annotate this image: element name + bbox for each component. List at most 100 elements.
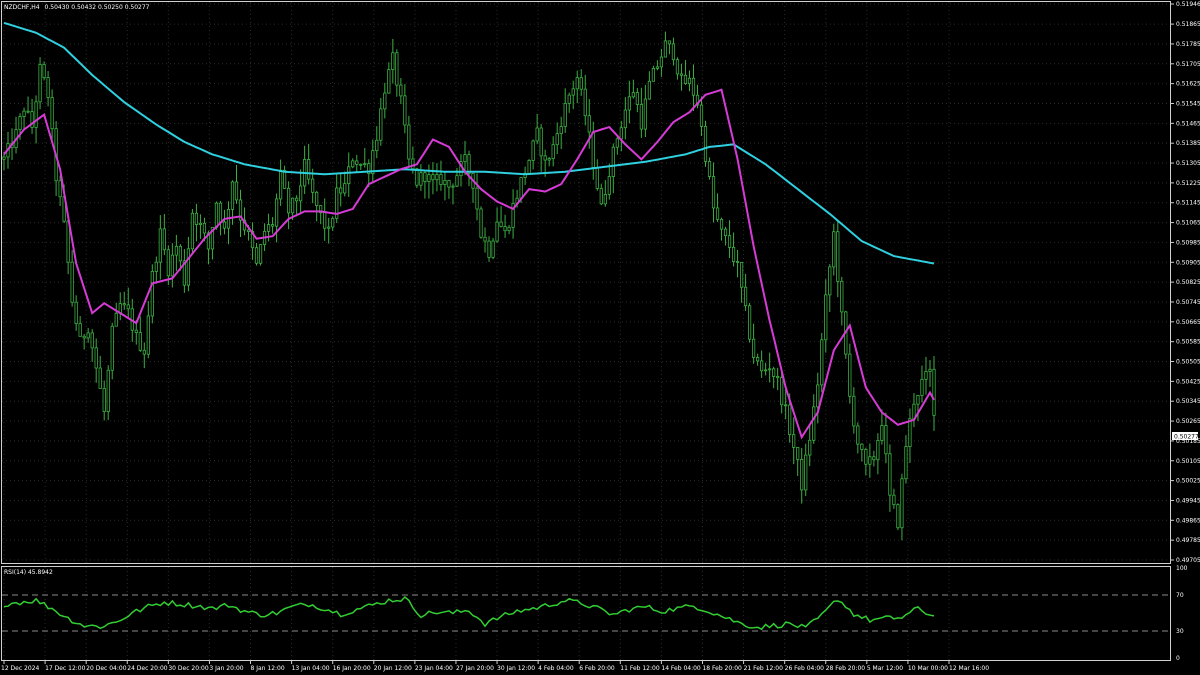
candle-body — [86, 332, 90, 339]
price-tick-label: 0.49945 — [1176, 497, 1200, 504]
candle-body — [138, 332, 142, 351]
time-tick-label: 12 Mar 16:00 — [949, 665, 989, 672]
candle-body — [703, 125, 708, 162]
candle-body — [904, 446, 908, 480]
candle-body — [479, 208, 483, 238]
candle-body — [651, 67, 655, 82]
price-tick-label: 0.51946 — [1176, 1, 1200, 8]
candle-body — [351, 160, 355, 168]
candle-body — [579, 77, 583, 90]
candle-body — [627, 96, 631, 111]
candle-body — [291, 197, 295, 214]
candle-body — [739, 262, 744, 288]
candle-body — [371, 150, 375, 174]
candle-body — [287, 187, 291, 214]
candle-body — [647, 80, 651, 100]
time-tick-label: 13 Jan 04:00 — [292, 665, 330, 672]
candle-body — [603, 194, 607, 205]
candle-body — [126, 304, 130, 310]
price-tick-label: 0.50425 — [1176, 378, 1200, 385]
candle-body — [788, 404, 792, 436]
candle-body — [924, 371, 928, 380]
candle-body — [711, 176, 716, 209]
candle-body — [254, 247, 259, 264]
candle-body — [331, 217, 335, 228]
candle-body — [82, 335, 86, 339]
candle-body — [547, 158, 551, 161]
price-tick-label: 0.50745 — [1176, 299, 1200, 306]
candle-body — [495, 221, 499, 242]
candle-body — [198, 222, 203, 225]
candle-body — [756, 357, 760, 362]
candle-body — [343, 183, 347, 194]
candle-body — [868, 456, 872, 465]
candle-body — [908, 418, 912, 448]
candle-body — [559, 126, 563, 135]
candle-body — [307, 159, 311, 180]
candle-body — [403, 95, 407, 126]
price-tick-label: 0.51625 — [1176, 81, 1200, 88]
candle-body — [723, 228, 728, 237]
candle-body — [323, 212, 327, 229]
candle-body — [110, 325, 114, 371]
candle-body — [768, 368, 772, 371]
candle-body — [679, 73, 684, 76]
time-tick-label: 17 Dec 12:00 — [45, 665, 86, 672]
candle-body — [784, 404, 788, 407]
candle-body — [194, 212, 199, 225]
candle-body — [214, 202, 219, 228]
candle-body — [42, 64, 46, 79]
price-tick-label: 0.51865 — [1176, 21, 1200, 28]
candle-body — [836, 231, 840, 282]
candle-body — [832, 231, 836, 268]
candle-body — [435, 174, 439, 181]
rsi-tick-label: 30 — [1176, 628, 1184, 635]
candle-body — [391, 52, 395, 71]
candle-body — [587, 115, 591, 133]
candle-body — [691, 77, 696, 96]
candle-body — [154, 261, 158, 272]
candle-body — [295, 197, 299, 202]
candle-body — [804, 454, 808, 491]
price-tick-label: 0.50585 — [1176, 339, 1200, 346]
candle-body — [735, 261, 740, 263]
candle-body — [327, 226, 331, 229]
time-tick-label: 24 Dec 20:00 — [127, 665, 168, 672]
time-tick-label: 4 Feb 04:00 — [538, 665, 574, 672]
candle-body — [583, 88, 587, 117]
candle-body — [623, 109, 627, 129]
candle-body — [270, 224, 275, 227]
price-tick-label: 0.50025 — [1176, 478, 1200, 485]
candle-body — [796, 446, 800, 460]
candle-body — [519, 177, 523, 199]
rsi-tick-label: 70 — [1176, 592, 1184, 599]
price-tick-label: 0.51145 — [1176, 200, 1200, 207]
chart-background — [0, 0, 1200, 675]
candle-body — [551, 144, 555, 159]
rsi-tick-label: 100 — [1176, 565, 1188, 572]
candle-body — [395, 52, 399, 86]
candle-body — [74, 301, 78, 324]
time-tick-label: 8 Jan 12:00 — [251, 665, 285, 672]
candle-body — [22, 110, 26, 117]
candle-body — [102, 387, 106, 412]
candle-body — [880, 425, 884, 441]
time-tick-label: 18 Feb 20:00 — [702, 665, 742, 672]
trading-chart: 0.51946 0.51865 0.51785 0.51705 0.51625 0.515… — [0, 0, 1200, 675]
candle-body — [631, 92, 635, 98]
candle-body — [892, 494, 896, 506]
candle-body — [920, 378, 924, 396]
candle-body — [503, 226, 507, 232]
candle-body — [876, 440, 880, 461]
candle-body — [122, 303, 126, 306]
price-tick-label: 0.50985 — [1176, 239, 1200, 246]
candle-body — [896, 504, 900, 529]
current-price-label: 0.50277 — [1174, 434, 1199, 441]
candle-body — [222, 221, 227, 229]
candle-body — [683, 74, 688, 85]
price-tick-label: 0.50345 — [1176, 398, 1200, 405]
price-tick-label: 0.50505 — [1176, 359, 1200, 366]
candle-body — [58, 180, 62, 198]
candle-body — [142, 349, 146, 355]
candle-body — [856, 425, 860, 445]
